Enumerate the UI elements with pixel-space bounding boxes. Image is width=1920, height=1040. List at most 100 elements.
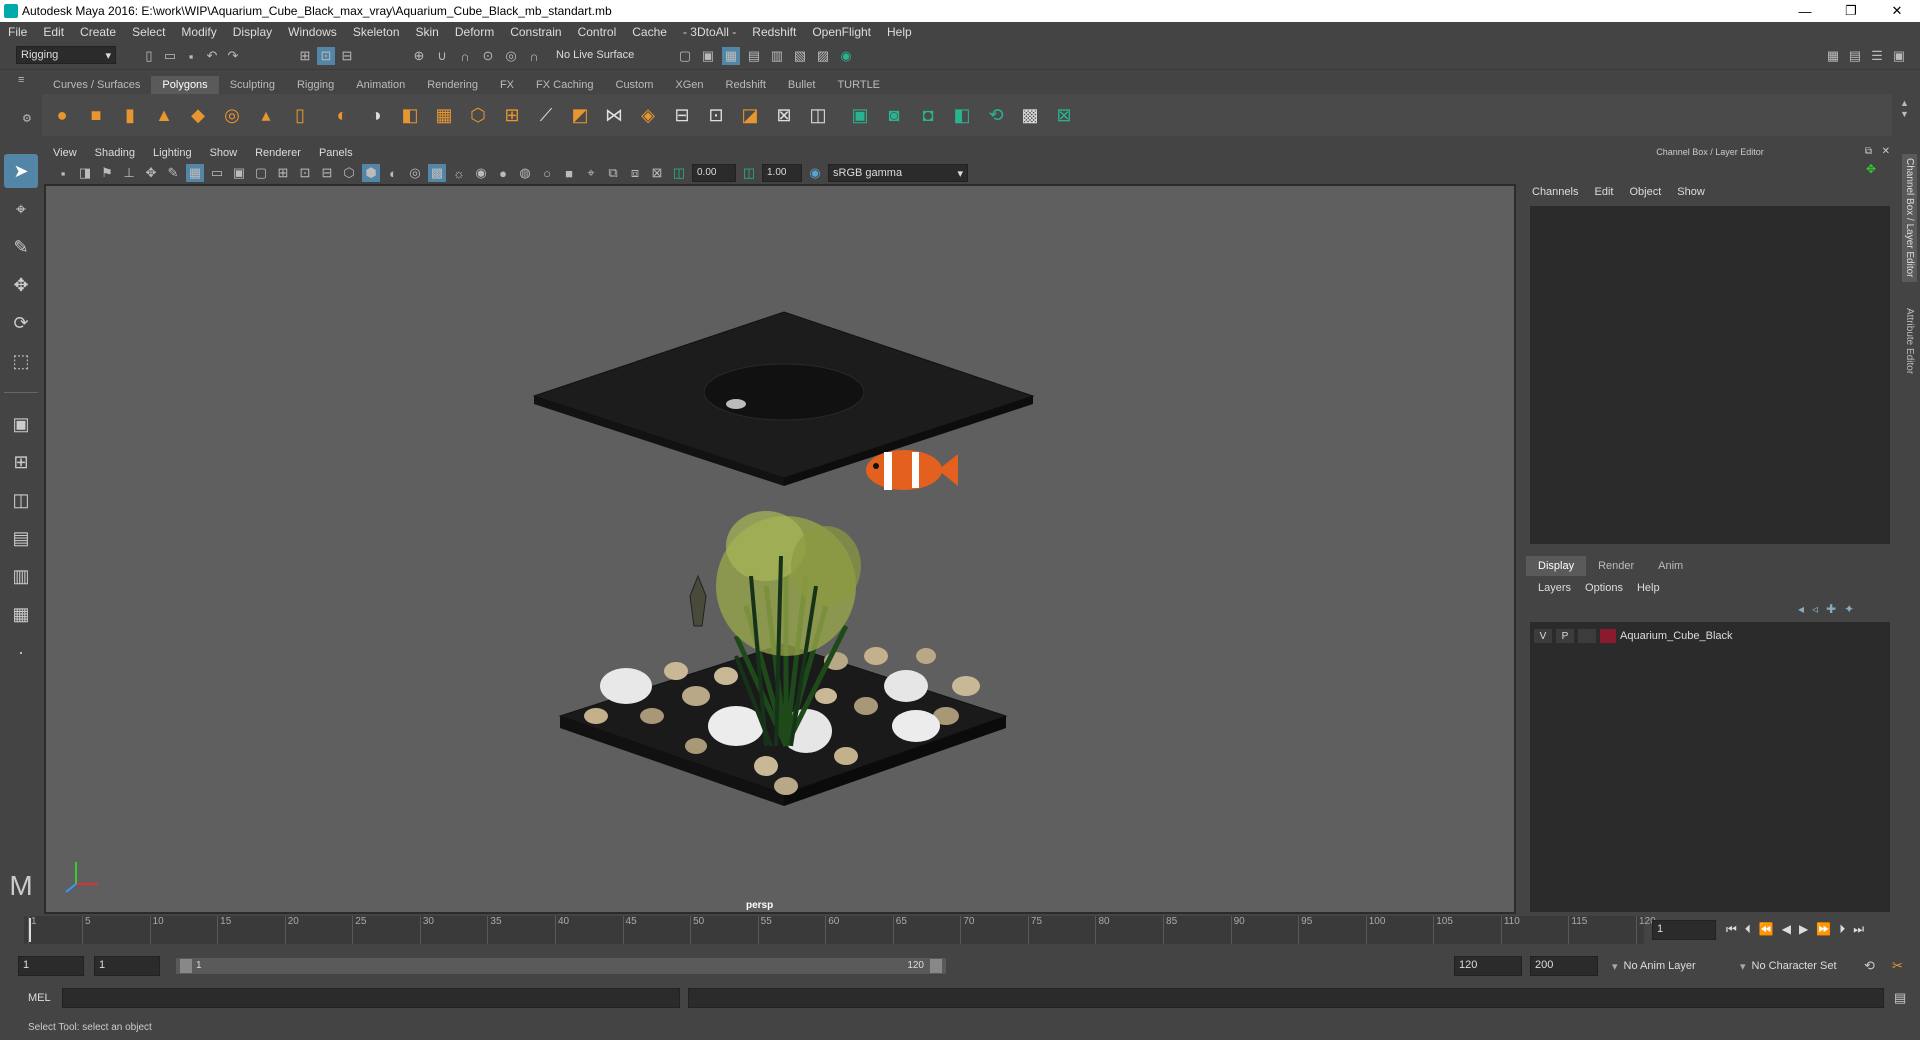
menu-windows[interactable]: Windows (280, 25, 345, 39)
fill-hole-icon[interactable]: ◈ (634, 101, 662, 129)
grid-toggle-icon[interactable]: ▦ (186, 164, 204, 182)
close-panel-icon[interactable]: ✕ (1882, 146, 1890, 157)
input-output-icon[interactable]: ▢ (676, 47, 694, 65)
poly-cylinder-icon[interactable]: ▮ (116, 101, 144, 129)
poly-cone-icon[interactable]: ▲ (150, 101, 178, 129)
lasso-tool-icon[interactable]: ⌖ (4, 192, 38, 226)
shelf-tab-rendering[interactable]: Rendering (416, 76, 489, 94)
select-tool-icon[interactable]: ➤ (4, 154, 38, 188)
single-perspective-layout-icon[interactable]: ▣ (4, 407, 38, 441)
snap-point-icon[interactable]: ∩ (456, 47, 474, 65)
snap-view-icon[interactable]: ⊙ (479, 47, 497, 65)
bridge-icon[interactable]: ⟋ (532, 101, 560, 129)
layer-display-type[interactable] (1578, 629, 1596, 643)
side-tab-channel-box[interactable]: Channel Box / Layer Editor (1902, 154, 1917, 282)
uv-automatic-icon[interactable]: ◧ (948, 101, 976, 129)
shelf-tab-fx[interactable]: FX (489, 76, 525, 94)
construction-history-icon[interactable]: ▣ (699, 47, 717, 65)
range-bar[interactable]: 1 120 (176, 958, 946, 974)
new-scene-icon[interactable]: ▯ (140, 47, 158, 65)
resolution-gate-icon[interactable]: ▣ (230, 164, 248, 182)
shelf-tab-turtle[interactable]: TURTLE (826, 76, 891, 94)
smooth-shade-icon[interactable]: ⬢ (362, 164, 380, 182)
tab-anim[interactable]: Anim (1646, 556, 1695, 576)
menu-cache[interactable]: Cache (624, 25, 675, 39)
channel-box-toggle-icon[interactable]: ▣ (1890, 47, 1908, 65)
poly-cube-icon[interactable]: ■ (82, 101, 110, 129)
persp-outliner-layout-icon[interactable]: ◫ (4, 483, 38, 517)
menu-edit[interactable]: Edit (35, 25, 72, 39)
timeline-bar[interactable]: 1 5 10 15 20 25 30 35 40 45 50 55 60 65 70 75 80 85 90 95 10… (24, 916, 1656, 944)
poly-pipe-icon[interactable]: ▯ (286, 101, 314, 129)
manipulator-icon[interactable]: ✥ (1866, 162, 1876, 176)
shelf-tab-polygons[interactable]: Polygons (151, 76, 219, 94)
shadows-icon[interactable]: ◉ (472, 164, 490, 182)
wireframe-on-shaded-icon[interactable]: ◐ (384, 164, 402, 182)
poly-plane-icon[interactable]: ◆ (184, 101, 212, 129)
menu-create[interactable]: Create (72, 25, 124, 39)
close-button[interactable]: ✕ (1874, 0, 1920, 22)
maximize-button[interactable]: ❐ (1828, 0, 1874, 22)
go-to-end-icon[interactable]: ⏭ (1853, 922, 1864, 937)
uv-checker-icon[interactable]: ▩ (1016, 101, 1044, 129)
save-scene-icon[interactable]: ▪ (182, 47, 200, 65)
field-chart-icon[interactable]: ⊞ (274, 164, 292, 182)
menu-skeleton[interactable]: Skeleton (345, 25, 408, 39)
viewport-menu-panels[interactable]: Panels (310, 147, 362, 159)
shelf-tab-fx-caching[interactable]: FX Caching (525, 76, 604, 94)
textured-icon[interactable]: ▩ (428, 164, 446, 182)
minimize-button[interactable]: — (1782, 0, 1828, 22)
mirror-icon[interactable]: ◪ (736, 101, 764, 129)
modeling-toolkit-icon[interactable]: ▤ (1846, 47, 1864, 65)
xray-joints-icon[interactable]: ⧈ (626, 164, 644, 182)
redo-icon[interactable]: ↷ (224, 47, 242, 65)
combine-icon[interactable]: ◐ (328, 101, 356, 129)
attribute-editor-toggle-icon[interactable]: ☰ (1868, 47, 1886, 65)
select-component-icon[interactable]: ⊟ (338, 47, 356, 65)
screen-space-ao-icon[interactable]: ● (494, 164, 512, 182)
isolate-select-icon[interactable]: ⌖ (582, 164, 600, 182)
current-frame-field[interactable]: 1 (1652, 920, 1716, 940)
playback-end-field[interactable]: 120 (1454, 956, 1522, 976)
shelf-tab-sculpting[interactable]: Sculpting (219, 76, 286, 94)
hypershade-icon[interactable]: ▨ (814, 47, 832, 65)
paint-select-tool-icon[interactable]: ✎ (4, 230, 38, 264)
viewport-menu-show[interactable]: Show (201, 147, 247, 159)
script-editor-icon[interactable]: ▤ (1894, 990, 1906, 1006)
safe-title-icon[interactable]: ⊟ (318, 164, 336, 182)
new-layer-icon[interactable]: ✚ (1826, 602, 1836, 616)
play-backward-icon[interactable]: ◀ (1782, 922, 1791, 937)
image-plane-icon[interactable]: ⊥ (120, 164, 138, 182)
reduce-icon[interactable]: ◫ (804, 101, 832, 129)
menu-deform[interactable]: Deform (447, 25, 502, 39)
step-forward-icon[interactable]: ⏵ (1839, 922, 1845, 937)
range-end-handle[interactable] (930, 959, 942, 973)
layer-name[interactable]: Aquarium_Cube_Black (1620, 630, 1733, 642)
menu-file[interactable]: File (0, 25, 35, 39)
shelf-tab-animation[interactable]: Animation (345, 76, 416, 94)
menu-skin[interactable]: Skin (408, 25, 447, 39)
move-layer-down-icon[interactable]: ◃ (1812, 602, 1818, 616)
append-polygon-icon[interactable]: ⋈ (600, 101, 628, 129)
snap-grid-icon[interactable]: ⊕ (410, 47, 428, 65)
film-gate-icon[interactable]: ▭ (208, 164, 226, 182)
exposure-field[interactable]: 0.00 (692, 164, 736, 182)
menu-3dtoall[interactable]: - 3DtoAll - (675, 25, 744, 39)
viewport-menu-renderer[interactable]: Renderer (246, 147, 310, 159)
shelf-tab-custom[interactable]: Custom (605, 76, 665, 94)
uv-cylindrical-icon[interactable]: ◙ (880, 101, 908, 129)
layers-menu[interactable]: Layers (1538, 582, 1571, 594)
motion-blur-icon[interactable]: ◍ (516, 164, 534, 182)
new-layer-selected-icon[interactable]: ✦ (1844, 602, 1854, 616)
grease-pencil-icon[interactable]: ✎ (164, 164, 182, 182)
shelf-tab-redshift[interactable]: Redshift (715, 76, 777, 94)
animation-start-field[interactable]: 1 (18, 956, 84, 976)
step-back-icon[interactable]: ⏴ (1745, 922, 1751, 937)
show-menu[interactable]: Show (1677, 186, 1705, 198)
shelf-menu-icon[interactable]: ≡ (18, 74, 34, 90)
side-tab-attribute-editor[interactable]: Attribute Editor (1902, 304, 1917, 378)
snap-curve-icon[interactable]: ∪ (433, 47, 451, 65)
undo-icon[interactable]: ↶ (203, 47, 221, 65)
channels-menu[interactable]: Channels (1532, 186, 1578, 198)
menu-control[interactable]: Control (570, 25, 625, 39)
